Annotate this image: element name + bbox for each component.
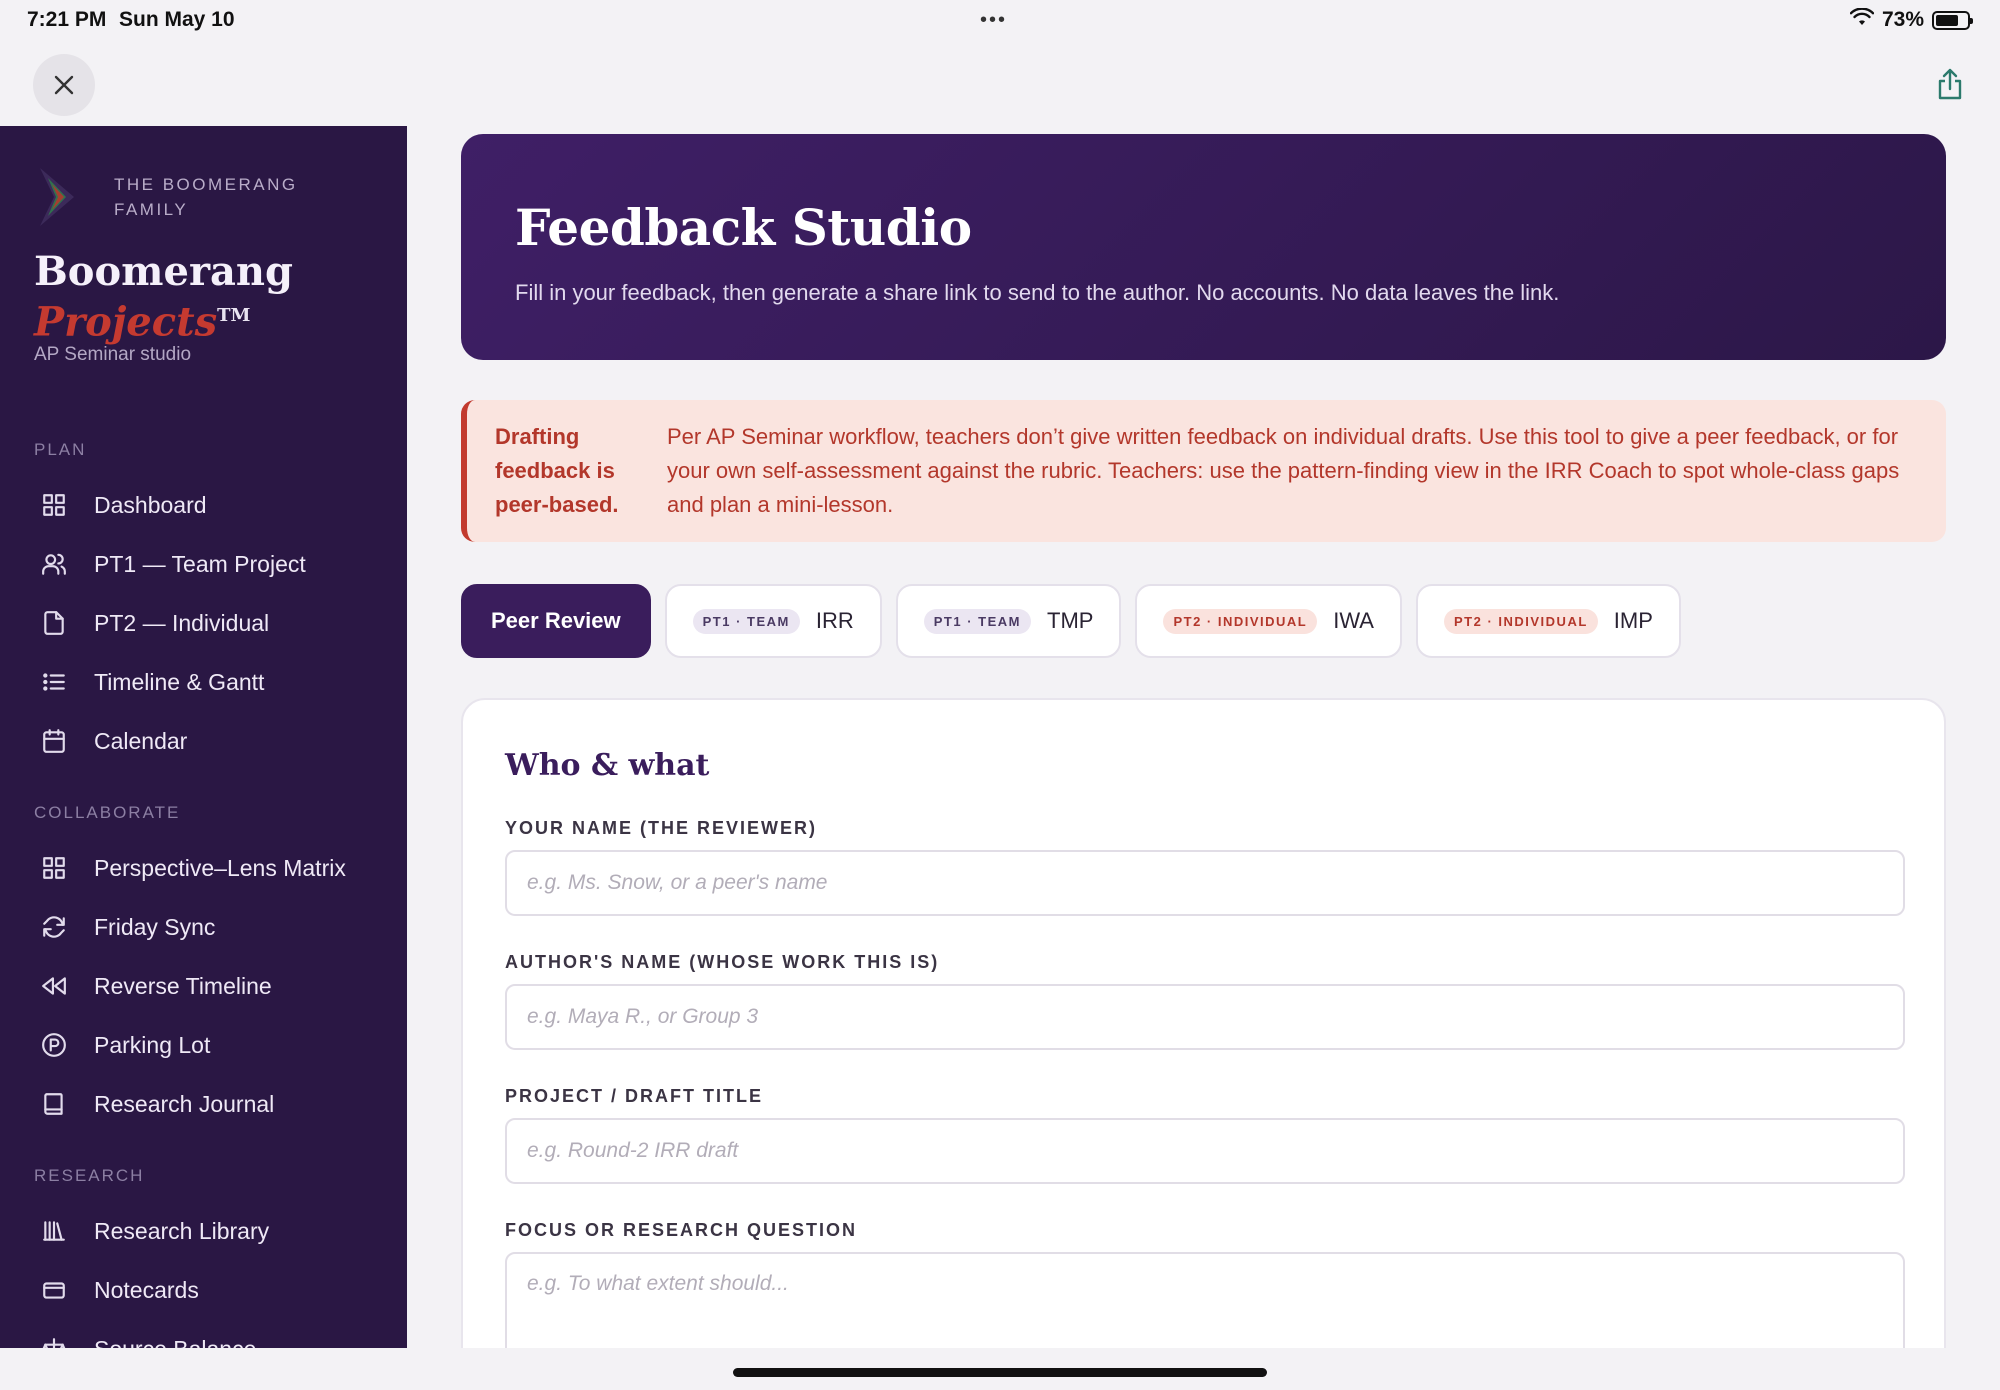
grid-icon [40, 854, 68, 882]
hero-banner: Feedback Studio Fill in your feedback, t… [461, 134, 1946, 360]
research-question-label: FOCUS OR RESEARCH QUESTION [505, 1220, 858, 1240]
sidebar-item-parking-lot[interactable]: Parking Lot [40, 1025, 380, 1065]
sidebar-item-calendar[interactable]: Calendar [40, 721, 380, 761]
sidebar-item-dashboard[interactable]: Dashboard [40, 485, 380, 525]
file-icon [40, 609, 68, 637]
tab-irr[interactable]: PT1 · TEAM IRR [664, 584, 882, 658]
users-icon [40, 550, 68, 578]
section-collaborate: COLLABORATE [34, 803, 181, 822]
tab-badge: PT2 · INDIVIDUAL [1443, 608, 1598, 634]
sidebar-item-perspective-lens-matrix[interactable]: Perspective–Lens Matrix [40, 848, 380, 888]
tab-label: IMP [1613, 608, 1653, 633]
sidebar-item-label: Notecards [94, 1276, 199, 1303]
sidebar-item-pt1-team-project[interactable]: PT1 — Team Project [40, 544, 380, 584]
section-heading: Who & what [505, 748, 710, 783]
sidebar-item-label: Perspective–Lens Matrix [94, 854, 346, 881]
sidebar-item-label: PT2 — Individual [94, 609, 270, 636]
tab-label: IWA [1333, 608, 1374, 633]
peer-based-notice: Drafting feedback is peer-based. Per AP … [461, 400, 1946, 542]
status-time: 7:21 PM [27, 8, 107, 31]
draft-title-input[interactable] [505, 1118, 1905, 1184]
close-icon [54, 75, 74, 95]
sidebar-item-label: PT1 — Team Project [94, 550, 306, 577]
sidebar-item-label: Reverse Timeline [94, 972, 272, 999]
section-plan: PLAN [34, 440, 87, 459]
notice-body: Per AP Seminar workflow, teachers don’t … [667, 424, 1900, 517]
mode-tabs: Peer Review PT1 · TEAM IRR PT1 · TEAM TM… [461, 584, 1681, 658]
who-what-card: Who & what YOUR NAME (THE REVIEWER) AUTH… [461, 698, 1946, 1348]
multitasking-dots[interactable]: ••• [980, 9, 1007, 32]
research-question-input[interactable] [505, 1252, 1905, 1348]
sidebar-item-label: Research Journal [94, 1090, 275, 1117]
tab-badge: PT2 · INDIVIDUAL [1163, 608, 1318, 634]
sidebar-item-label: Calendar [94, 727, 188, 754]
home-indicator[interactable] [733, 1368, 1267, 1377]
sidebar-item-label: Timeline & Gantt [94, 668, 265, 695]
sidebar-item-research-journal[interactable]: Research Journal [40, 1084, 380, 1124]
book-icon [40, 1090, 68, 1118]
trademark: TM [217, 305, 251, 326]
main-content: Feedback Studio Fill in your feedback, t… [407, 126, 2000, 1348]
draft-title-label: PROJECT / DRAFT TITLE [505, 1086, 763, 1106]
sidebar-item-reverse-timeline[interactable]: Reverse Timeline [40, 966, 380, 1006]
tab-label: Peer Review [491, 608, 621, 633]
scale-icon [40, 1335, 68, 1348]
battery-percent: 73% [1881, 8, 1924, 31]
brand-family: THE BOOMERANG FAMILY [34, 164, 314, 230]
sidebar-item-friday-sync[interactable]: Friday Sync [40, 907, 380, 947]
tab-badge: PT1 · TEAM [923, 608, 1031, 634]
reviewer-name-input[interactable] [505, 850, 1905, 916]
library-icon [40, 1217, 68, 1245]
refresh-icon [40, 913, 68, 941]
sidebar-item-research-library[interactable]: Research Library [40, 1211, 380, 1251]
sidebar: THE BOOMERANG FAMILY Boomerang ProjectsT… [0, 126, 407, 1348]
parking-icon [40, 1031, 68, 1059]
sidebar-item-timeline-gantt[interactable]: Timeline & Gantt [40, 662, 380, 702]
section-research: RESEARCH [34, 1166, 145, 1185]
page-title: Feedback Studio [515, 198, 972, 257]
list-icon [40, 668, 68, 696]
close-button[interactable] [33, 54, 95, 116]
top-bar [0, 42, 2000, 126]
status-date: Sun May 10 [119, 8, 235, 31]
author-name-label: AUTHOR'S NAME (WHOSE WORK THIS IS) [505, 952, 940, 972]
sidebar-item-label: Source Balance [94, 1336, 256, 1349]
bottom-bar [0, 1348, 2000, 1390]
sidebar-item-label: Research Library [94, 1217, 270, 1244]
brand-title: Boomerang ProjectsTM [34, 250, 293, 344]
rewind-icon [40, 972, 68, 1000]
status-bar: 7:21 PM Sun May 10 ••• 73% [0, 0, 2000, 42]
wifi-icon [1849, 7, 1875, 32]
tab-peer-review[interactable]: Peer Review [461, 584, 651, 658]
tab-badge: PT1 · TEAM [692, 608, 800, 634]
brand-title-line2: Projects [34, 298, 218, 346]
share-icon [1938, 68, 1962, 100]
sidebar-item-label: Parking Lot [94, 1031, 211, 1058]
family-label: THE BOOMERANG FAMILY [114, 175, 298, 219]
boomerang-logo-icon [40, 168, 74, 226]
tab-tmp[interactable]: PT1 · TEAM TMP [895, 584, 1122, 658]
sidebar-item-source-balance[interactable]: Source Balance [40, 1329, 380, 1348]
grid-icon [40, 491, 68, 519]
page-subtitle: Fill in your feedback, then generate a s… [515, 280, 1560, 305]
brand-subtitle: AP Seminar studio [34, 344, 192, 365]
sidebar-item-pt2-individual[interactable]: PT2 — Individual [40, 603, 380, 643]
brand-title-line1: Boomerang [34, 248, 293, 295]
share-button[interactable] [1930, 64, 1970, 104]
tab-iwa[interactable]: PT2 · INDIVIDUAL IWA [1135, 584, 1402, 658]
status-right: 73% [1849, 7, 1973, 32]
card-icon [40, 1276, 68, 1304]
tab-label: IRR [815, 608, 854, 633]
sidebar-item-notecards[interactable]: Notecards [40, 1270, 380, 1310]
calendar-icon [40, 727, 68, 755]
notice-lead: Drafting feedback is peer-based. [495, 424, 619, 517]
tab-label: TMP [1047, 608, 1094, 633]
sidebar-item-label: Dashboard [94, 491, 207, 518]
tab-imp[interactable]: PT2 · INDIVIDUAL IMP [1415, 584, 1681, 658]
sidebar-item-label: Friday Sync [94, 913, 216, 940]
author-name-input[interactable] [505, 984, 1905, 1050]
reviewer-name-label: YOUR NAME (THE REVIEWER) [505, 818, 818, 838]
battery-icon [1932, 10, 1973, 30]
